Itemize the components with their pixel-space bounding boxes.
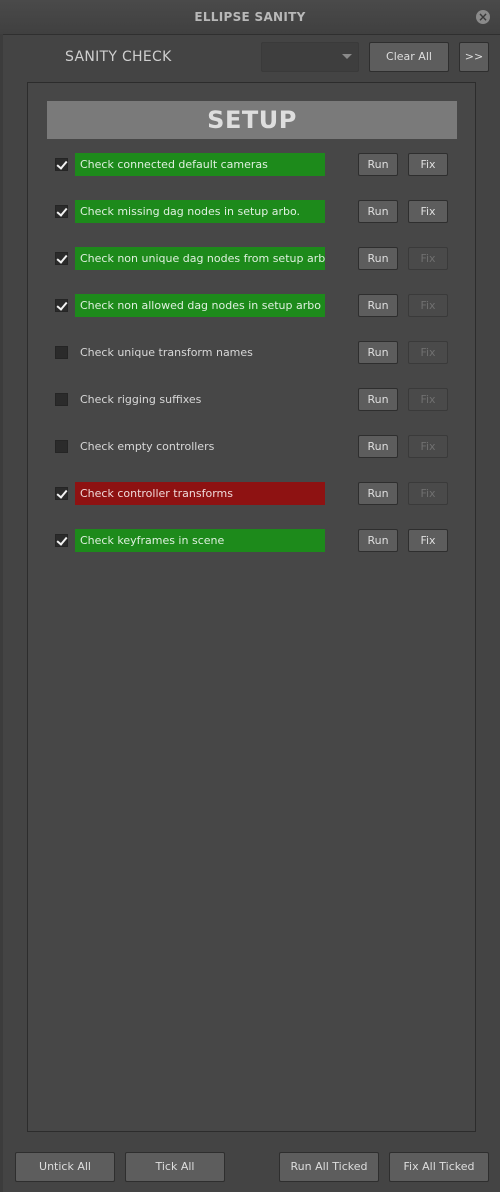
fix-button: Fix — [408, 482, 448, 505]
check-checkbox[interactable] — [55, 487, 68, 500]
check-label: Check rigging suffixes — [80, 393, 202, 406]
untick-all-button[interactable]: Untick All — [15, 1152, 115, 1182]
check-label: Check controller transforms — [75, 482, 325, 505]
check-row: Check empty controllers Run Fix — [0, 435, 500, 458]
fix-button: Fix — [408, 341, 448, 364]
fix-button: Fix — [408, 435, 448, 458]
fix-button: Fix — [408, 388, 448, 411]
check-checkbox[interactable] — [55, 205, 68, 218]
chevron-down-icon — [342, 54, 352, 59]
check-label: Check empty controllers — [80, 440, 215, 453]
run-button[interactable]: Run — [358, 294, 398, 317]
check-checkbox[interactable] — [55, 299, 68, 312]
run-button[interactable]: Run — [358, 435, 398, 458]
check-checkbox[interactable] — [55, 393, 68, 406]
check-row: Check controller transforms Run Fix — [0, 482, 500, 505]
fix-button[interactable]: Fix — [408, 153, 448, 176]
clear-all-button[interactable]: Clear All — [369, 42, 449, 72]
fix-button[interactable]: Fix — [408, 200, 448, 223]
check-label: Check missing dag nodes in setup arbo. — [75, 200, 325, 223]
fix-button[interactable]: Fix — [408, 529, 448, 552]
run-button[interactable]: Run — [358, 200, 398, 223]
fix-button: Fix — [408, 294, 448, 317]
check-row: Check non unique dag nodes from setup ar… — [0, 247, 500, 270]
check-set-dropdown[interactable] — [261, 42, 359, 72]
window-title: ELLIPSE SANITY — [194, 10, 306, 24]
run-button[interactable]: Run — [358, 482, 398, 505]
close-icon[interactable]: × — [476, 10, 490, 24]
check-checkbox[interactable] — [55, 534, 68, 547]
fix-button: Fix — [408, 247, 448, 270]
checks-panel — [27, 82, 476, 1132]
check-checkbox[interactable] — [55, 252, 68, 265]
fix-all-ticked-button[interactable]: Fix All Ticked — [389, 1152, 489, 1182]
title-bar: ELLIPSE SANITY × — [0, 0, 500, 35]
run-button[interactable]: Run — [358, 529, 398, 552]
section-title: SETUP — [47, 101, 457, 139]
expand-button[interactable]: >> — [459, 42, 489, 72]
check-row: Check keyframes in scene Run Fix — [0, 529, 500, 552]
check-label: Check non unique dag nodes from setup ar… — [75, 247, 325, 270]
check-row: Check missing dag nodes in setup arbo. Ru… — [0, 200, 500, 223]
check-checkbox[interactable] — [55, 440, 68, 453]
run-all-ticked-button[interactable]: Run All Ticked — [279, 1152, 379, 1182]
run-button[interactable]: Run — [358, 153, 398, 176]
tick-all-button[interactable]: Tick All — [125, 1152, 225, 1182]
check-row: Check non allowed dag nodes in setup arb… — [0, 294, 500, 317]
run-button[interactable]: Run — [358, 247, 398, 270]
check-label: Check connected default cameras — [75, 153, 325, 176]
check-row: Check unique transform names Run Fix — [0, 341, 500, 364]
check-row: Check connected default cameras Run Fix — [0, 153, 500, 176]
check-label: Check non allowed dag nodes in setup arb… — [75, 294, 325, 317]
run-button[interactable]: Run — [358, 341, 398, 364]
run-button[interactable]: Run — [358, 388, 398, 411]
check-checkbox[interactable] — [55, 158, 68, 171]
check-label: Check keyframes in scene — [75, 529, 325, 552]
sanity-check-label: SANITY CHECK — [65, 49, 172, 65]
check-row: Check rigging suffixes Run Fix — [0, 388, 500, 411]
check-checkbox[interactable] — [55, 346, 68, 359]
check-label: Check unique transform names — [80, 346, 253, 359]
